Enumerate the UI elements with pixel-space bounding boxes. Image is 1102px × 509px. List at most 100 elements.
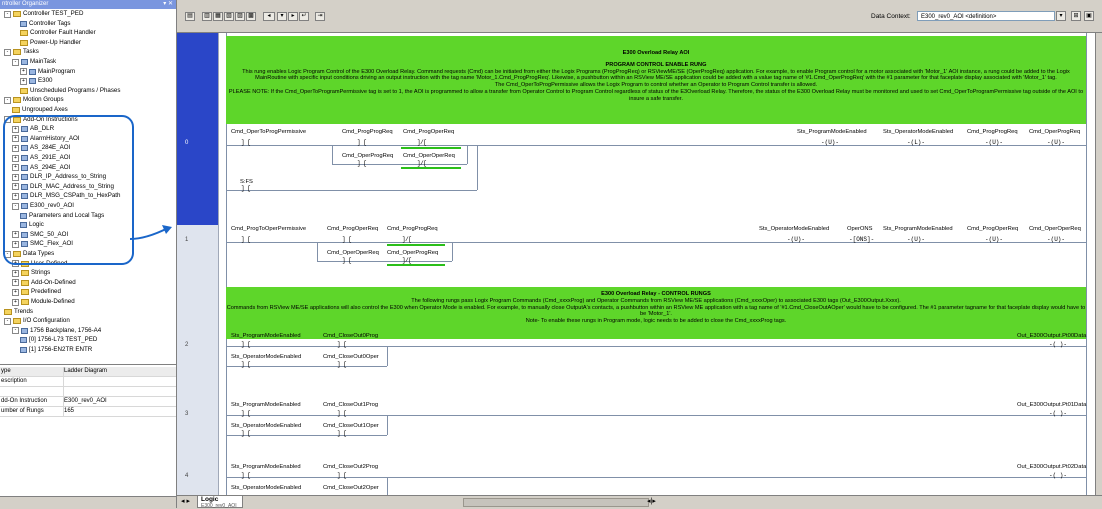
ons-instruction: -[ONS]- — [849, 236, 875, 243]
contact-tag: Cmd_CloseOut1Oper — [323, 423, 379, 429]
tree-item[interactable]: Trends — [4, 308, 33, 316]
chevron-down-icon[interactable]: ▾ — [1056, 11, 1066, 21]
expand-icon[interactable]: + — [12, 288, 19, 296]
tree-item[interactable]: - I/O Configuration — [4, 317, 70, 325]
properties-icon[interactable]: ▣ — [1084, 11, 1094, 21]
tree-item[interactable]: + Predefined — [12, 288, 61, 296]
ladder-editor[interactable]: 0 1 2 3 4 E300 Overload Relay AOI PROGRA… — [177, 33, 1095, 495]
expand-icon[interactable]: + — [20, 77, 27, 85]
tree-item-label: Predefined — [31, 288, 61, 296]
pin-close-icon[interactable]: ▾ ✕ — [163, 0, 173, 9]
contact-tag: Cmd_OperProgReq — [387, 250, 439, 256]
rung-selection-bar — [177, 33, 218, 225]
toolbar-button-3[interactable]: ▦ — [213, 12, 223, 21]
expand-icon[interactable]: + — [12, 298, 19, 306]
tab-logic[interactable]: Logic E300_rev0_AOI — [197, 496, 243, 509]
scroll-arrows-icon[interactable]: ◂|▸ — [647, 497, 656, 505]
contact-tag: Cmd_CloseOut0Oper — [323, 354, 379, 360]
coil-otl: -(L)- — [907, 139, 926, 146]
tree-item[interactable]: - Controller TEST_PED — [4, 10, 83, 18]
property-row — [0, 387, 176, 397]
tree-item-label: Motion Groups — [23, 96, 64, 104]
toolbar-button-9[interactable]: ▸ — [288, 12, 298, 21]
rung-number: 2 — [185, 342, 189, 348]
tree-item[interactable]: Ungrouped Axes — [12, 106, 68, 114]
toolbar-button-10[interactable]: ↵ — [299, 12, 309, 21]
horizontal-scrollbar-thumb[interactable] — [463, 498, 649, 507]
tree-item-label: Strings — [31, 269, 51, 277]
contact-xic: ] [ — [337, 341, 347, 348]
tree-item[interactable]: + MainProgram — [20, 68, 75, 76]
tree-item[interactable]: - Tasks — [4, 48, 39, 56]
contact-tag: Sts_OperatorModeEnabled — [231, 485, 302, 491]
comment-title: E300 Overload Relay - CONTROL RUNGS — [601, 291, 711, 297]
organizer-bottom-bar — [0, 496, 176, 509]
toolbar-button-8[interactable]: ▾ — [277, 12, 287, 21]
coil-tag: Cmd_OperProgReq — [1029, 129, 1081, 135]
energized-indicator — [401, 167, 461, 169]
property-value: Ladder Diagram — [64, 368, 108, 374]
tree-item[interactable]: [0] 1756-L73 TEST_PED — [20, 336, 97, 344]
coil-tag: Cmd_ProgProgReq — [967, 129, 1018, 135]
toolbar-button-7[interactable]: ◂ — [263, 12, 275, 21]
tree-item[interactable]: + E300 — [20, 77, 52, 85]
coil-otu: -(U)- — [907, 236, 926, 243]
collapse-icon[interactable]: - — [4, 10, 11, 18]
toolbar-button-2[interactable]: ▥ — [202, 12, 212, 21]
tree-item-label: Ungrouped Axes — [22, 106, 68, 113]
folder-icon — [21, 299, 29, 305]
vertical-scrollbar[interactable] — [1095, 33, 1102, 495]
tree-item-label: Controller TEST_PED — [23, 10, 84, 17]
contact-xio: ]/[ — [402, 236, 412, 243]
toolbar-button-5[interactable]: ▨ — [235, 12, 245, 21]
comment-text: This rung enables Logic Program Control … — [242, 68, 1070, 82]
tree-item[interactable]: [1] 1756-EN2TR ENTR — [20, 346, 92, 354]
rung-number: 4 — [185, 473, 189, 479]
coil-otu: -(U)- — [787, 236, 806, 243]
toolbar-button-6[interactable]: ▩ — [246, 12, 256, 21]
contact-xic: ] [ — [241, 430, 251, 437]
tree-item[interactable]: + Strings — [12, 269, 50, 277]
tree-item-label: I/O Configuration — [23, 317, 70, 325]
collapse-icon[interactable]: - — [12, 327, 19, 335]
tree-item[interactable]: - Motion Groups — [4, 96, 64, 104]
collapse-icon[interactable]: - — [4, 96, 11, 104]
tree-item[interactable]: + Add-On-Defined — [12, 279, 76, 287]
branch-wire — [317, 242, 318, 261]
tab-scroll-icon[interactable]: ◂ ▸ — [181, 497, 190, 505]
tree-item[interactable]: Controller Tags — [20, 20, 71, 28]
tree-item-label: Unscheduled Programs / Phases — [30, 86, 121, 94]
tree-item[interactable]: Unscheduled Programs / Phases — [20, 87, 120, 95]
rung-wire — [226, 415, 1086, 416]
aoi-highlight-outline — [3, 115, 134, 265]
contact-xic: ] [ — [337, 430, 347, 437]
branch-wire — [332, 164, 467, 165]
coil-otu: -(U)- — [985, 139, 1004, 146]
property-key: ype — [0, 367, 64, 376]
energized-indicator — [387, 264, 445, 266]
tree-item[interactable]: + Module-Defined — [12, 298, 75, 306]
tree-item[interactable]: Power-Up Handler — [20, 39, 81, 47]
expand-icon[interactable]: + — [12, 269, 19, 277]
pin-icon[interactable]: ⊞ — [1071, 11, 1081, 21]
data-context-dropdown[interactable]: E300_rev0_AOI <definition> — [917, 11, 1055, 21]
tree-item[interactable]: - 1756 Backplane, 1756-A4 — [12, 327, 101, 335]
property-row: dd-On Instruction E300_rev0_AOI — [0, 397, 176, 407]
collapse-icon[interactable]: - — [4, 48, 11, 56]
tree-item[interactable]: Controller Fault Handler — [20, 29, 96, 37]
rung-wire — [226, 145, 1086, 146]
toolbar-button-4[interactable]: ▧ — [224, 12, 234, 21]
collapse-icon[interactable]: - — [4, 317, 11, 325]
collapse-icon[interactable]: - — [12, 58, 19, 66]
expand-icon[interactable]: + — [12, 279, 19, 287]
folder-icon — [13, 11, 21, 17]
branch-wire — [226, 190, 477, 191]
arrow-icon — [129, 225, 172, 240]
folder-icon — [4, 308, 12, 315]
toolbar-button-11[interactable]: ⇥ — [315, 12, 325, 21]
tree-item[interactable]: - MainTask — [12, 58, 56, 66]
organizer-title-bar: ntroller Organizer ▾ ✕ — [0, 0, 176, 9]
contact-xic: ] [ — [357, 160, 367, 167]
toolbar-button-1[interactable]: ▤ — [185, 12, 195, 21]
expand-icon[interactable]: + — [20, 68, 27, 76]
